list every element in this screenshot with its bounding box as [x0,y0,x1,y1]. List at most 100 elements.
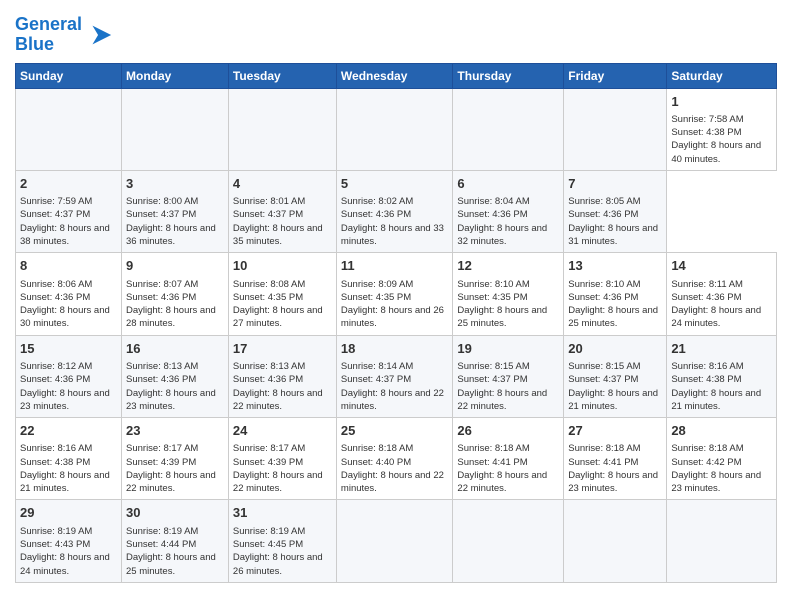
sunrise: Sunrise: 8:08 AM [233,279,305,290]
day-number: 11 [341,257,448,275]
sunrise: Sunrise: 8:15 AM [568,361,640,372]
sunrise: Sunrise: 8:04 AM [457,196,529,207]
day-cell: 16Sunrise: 8:13 AMSunset: 4:36 PMDayligh… [122,335,229,417]
daylight: Daylight: 8 hours and 26 minutes. [341,305,444,329]
daylight: Daylight: 8 hours and 26 minutes. [233,552,323,576]
day-cell: 7Sunrise: 8:05 AMSunset: 4:36 PMDaylight… [564,170,667,252]
daylight: Daylight: 8 hours and 40 minutes. [671,140,761,164]
sunset: Sunset: 4:36 PM [457,209,527,220]
sunset: Sunset: 4:37 PM [568,374,638,385]
day-cell: 18Sunrise: 8:14 AMSunset: 4:37 PMDayligh… [336,335,452,417]
sunset: Sunset: 4:38 PM [671,374,741,385]
daylight: Daylight: 8 hours and 25 minutes. [568,305,658,329]
day-cell: 28Sunrise: 8:18 AMSunset: 4:42 PMDayligh… [667,418,777,500]
daylight: Daylight: 8 hours and 21 minutes. [20,470,110,494]
sunrise: Sunrise: 8:05 AM [568,196,640,207]
sunrise: Sunrise: 8:06 AM [20,279,92,290]
day-number: 28 [671,422,772,440]
sunset: Sunset: 4:37 PM [233,209,303,220]
daylight: Daylight: 8 hours and 25 minutes. [126,552,216,576]
day-number: 1 [671,93,772,111]
day-cell: 26Sunrise: 8:18 AMSunset: 4:41 PMDayligh… [453,418,564,500]
day-cell: 11Sunrise: 8:09 AMSunset: 4:35 PMDayligh… [336,253,452,335]
sunset: Sunset: 4:36 PM [568,292,638,303]
day-number: 27 [568,422,662,440]
empty-cell [667,500,777,582]
sunset: Sunset: 4:36 PM [233,374,303,385]
day-number: 25 [341,422,448,440]
sunrise: Sunrise: 8:01 AM [233,196,305,207]
logo-icon [85,21,113,49]
day-number: 22 [20,422,117,440]
day-number: 9 [126,257,224,275]
day-cell: 24Sunrise: 8:17 AMSunset: 4:39 PMDayligh… [228,418,336,500]
sunset: Sunset: 4:35 PM [457,292,527,303]
day-cell: 13Sunrise: 8:10 AMSunset: 4:36 PMDayligh… [564,253,667,335]
day-number: 18 [341,340,448,358]
daylight: Daylight: 8 hours and 31 minutes. [568,223,658,247]
day-number: 4 [233,175,332,193]
sunrise: Sunrise: 7:59 AM [20,196,92,207]
day-number: 31 [233,504,332,522]
sunset: Sunset: 4:44 PM [126,539,196,550]
empty-cell [16,88,122,170]
col-header-thursday: Thursday [453,63,564,88]
sunrise: Sunrise: 8:02 AM [341,196,413,207]
daylight: Daylight: 8 hours and 22 minutes. [341,470,444,494]
daylight: Daylight: 8 hours and 23 minutes. [126,388,216,412]
logo-general: General [15,14,82,34]
col-header-tuesday: Tuesday [228,63,336,88]
week-row: 1Sunrise: 7:58 AMSunset: 4:38 PMDaylight… [16,88,777,170]
daylight: Daylight: 8 hours and 23 minutes. [20,388,110,412]
sunrise: Sunrise: 8:00 AM [126,196,198,207]
sunrise: Sunrise: 8:17 AM [126,443,198,454]
daylight: Daylight: 8 hours and 36 minutes. [126,223,216,247]
day-cell: 12Sunrise: 8:10 AMSunset: 4:35 PMDayligh… [453,253,564,335]
daylight: Daylight: 8 hours and 23 minutes. [671,470,761,494]
day-number: 10 [233,257,332,275]
week-row: 22Sunrise: 8:16 AMSunset: 4:38 PMDayligh… [16,418,777,500]
daylight: Daylight: 8 hours and 23 minutes. [568,470,658,494]
empty-cell [336,500,452,582]
daylight: Daylight: 8 hours and 22 minutes. [233,388,323,412]
col-header-friday: Friday [564,63,667,88]
sunset: Sunset: 4:36 PM [20,292,90,303]
daylight: Daylight: 8 hours and 21 minutes. [568,388,658,412]
calendar-table: SundayMondayTuesdayWednesdayThursdayFrid… [15,63,777,583]
sunset: Sunset: 4:41 PM [568,457,638,468]
day-cell: 8Sunrise: 8:06 AMSunset: 4:36 PMDaylight… [16,253,122,335]
sunrise: Sunrise: 8:19 AM [233,526,305,537]
sunset: Sunset: 4:37 PM [341,374,411,385]
day-number: 14 [671,257,772,275]
day-cell: 5Sunrise: 8:02 AMSunset: 4:36 PMDaylight… [336,170,452,252]
col-header-wednesday: Wednesday [336,63,452,88]
empty-cell [122,88,229,170]
day-number: 26 [457,422,559,440]
day-number: 21 [671,340,772,358]
sunrise: Sunrise: 8:15 AM [457,361,529,372]
daylight: Daylight: 8 hours and 22 minutes. [341,388,444,412]
daylight: Daylight: 8 hours and 30 minutes. [20,305,110,329]
sunrise: Sunrise: 8:19 AM [20,526,92,537]
day-number: 20 [568,340,662,358]
sunrise: Sunrise: 8:18 AM [341,443,413,454]
day-number: 7 [568,175,662,193]
day-cell: 17Sunrise: 8:13 AMSunset: 4:36 PMDayligh… [228,335,336,417]
empty-cell [336,88,452,170]
day-cell: 21Sunrise: 8:16 AMSunset: 4:38 PMDayligh… [667,335,777,417]
sunrise: Sunrise: 8:10 AM [457,279,529,290]
day-cell: 29Sunrise: 8:19 AMSunset: 4:43 PMDayligh… [16,500,122,582]
empty-cell [564,88,667,170]
daylight: Daylight: 8 hours and 21 minutes. [671,388,761,412]
day-cell: 2Sunrise: 7:59 AMSunset: 4:37 PMDaylight… [16,170,122,252]
day-cell: 15Sunrise: 8:12 AMSunset: 4:36 PMDayligh… [16,335,122,417]
day-number: 16 [126,340,224,358]
week-row: 29Sunrise: 8:19 AMSunset: 4:43 PMDayligh… [16,500,777,582]
empty-cell [228,88,336,170]
day-number: 2 [20,175,117,193]
daylight: Daylight: 8 hours and 22 minutes. [233,470,323,494]
day-cell: 31Sunrise: 8:19 AMSunset: 4:45 PMDayligh… [228,500,336,582]
day-number: 29 [20,504,117,522]
daylight: Daylight: 8 hours and 22 minutes. [126,470,216,494]
sunrise: Sunrise: 8:10 AM [568,279,640,290]
